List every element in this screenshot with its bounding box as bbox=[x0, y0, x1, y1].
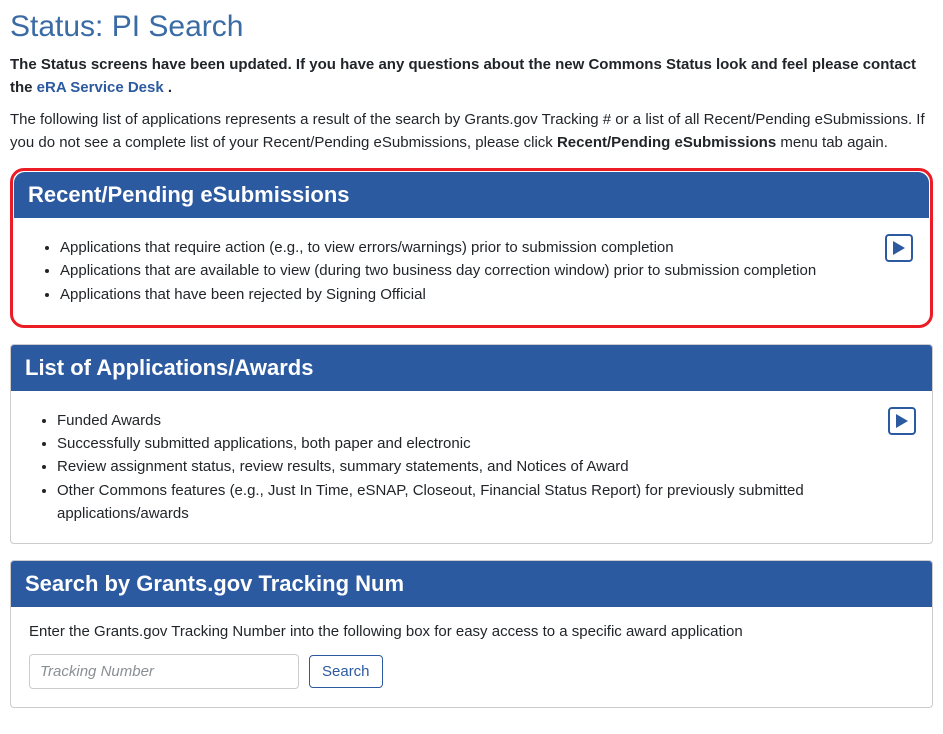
list-item: Successfully submitted applications, bot… bbox=[57, 432, 914, 455]
notice-text-2: . bbox=[164, 79, 172, 96]
applications-awards-panel: List of Applications/Awards Funded Award… bbox=[10, 344, 933, 544]
intro-text-2: menu tab again. bbox=[776, 134, 888, 151]
search-tracking-body: Enter the Grants.gov Tracking Number int… bbox=[11, 607, 932, 707]
search-tracking-panel: Search by Grants.gov Tracking Num Enter … bbox=[10, 560, 933, 708]
applications-awards-play-button[interactable] bbox=[888, 407, 916, 435]
update-notice: The Status screens have been updated. If… bbox=[10, 54, 933, 99]
recent-pending-play-button[interactable] bbox=[885, 234, 913, 262]
applications-awards-list: Funded Awards Successfully submitted app… bbox=[29, 409, 914, 525]
intro-bold: Recent/Pending eSubmissions bbox=[557, 134, 776, 151]
search-tracking-header: Search by Grants.gov Tracking Num bbox=[11, 561, 932, 607]
search-button[interactable]: Search bbox=[309, 655, 383, 688]
list-item: Applications that require action (e.g., … bbox=[60, 236, 911, 259]
tracking-number-input[interactable] bbox=[29, 654, 299, 689]
applications-awards-header: List of Applications/Awards bbox=[11, 345, 932, 391]
list-item: Funded Awards bbox=[57, 409, 914, 432]
recent-pending-list: Applications that require action (e.g., … bbox=[32, 236, 911, 306]
list-item: Other Commons features (e.g., Just In Ti… bbox=[57, 479, 914, 526]
page-title: Status: PI Search bbox=[10, 10, 933, 44]
play-icon bbox=[893, 241, 905, 255]
intro-paragraph: The following list of applications repre… bbox=[10, 109, 933, 154]
recent-pending-panel: Recent/Pending eSubmissions Applications… bbox=[10, 168, 933, 328]
play-icon bbox=[896, 414, 908, 428]
recent-pending-header: Recent/Pending eSubmissions bbox=[14, 172, 929, 218]
recent-pending-body: Applications that require action (e.g., … bbox=[14, 218, 929, 324]
search-row: Search bbox=[29, 654, 914, 689]
applications-awards-body: Funded Awards Successfully submitted app… bbox=[11, 391, 932, 543]
search-desc: Enter the Grants.gov Tracking Number int… bbox=[29, 623, 914, 640]
list-item: Applications that are available to view … bbox=[60, 259, 911, 282]
list-item: Applications that have been rejected by … bbox=[60, 283, 911, 306]
list-item: Review assignment status, review results… bbox=[57, 455, 914, 478]
era-service-desk-link[interactable]: eRA Service Desk bbox=[37, 79, 164, 96]
